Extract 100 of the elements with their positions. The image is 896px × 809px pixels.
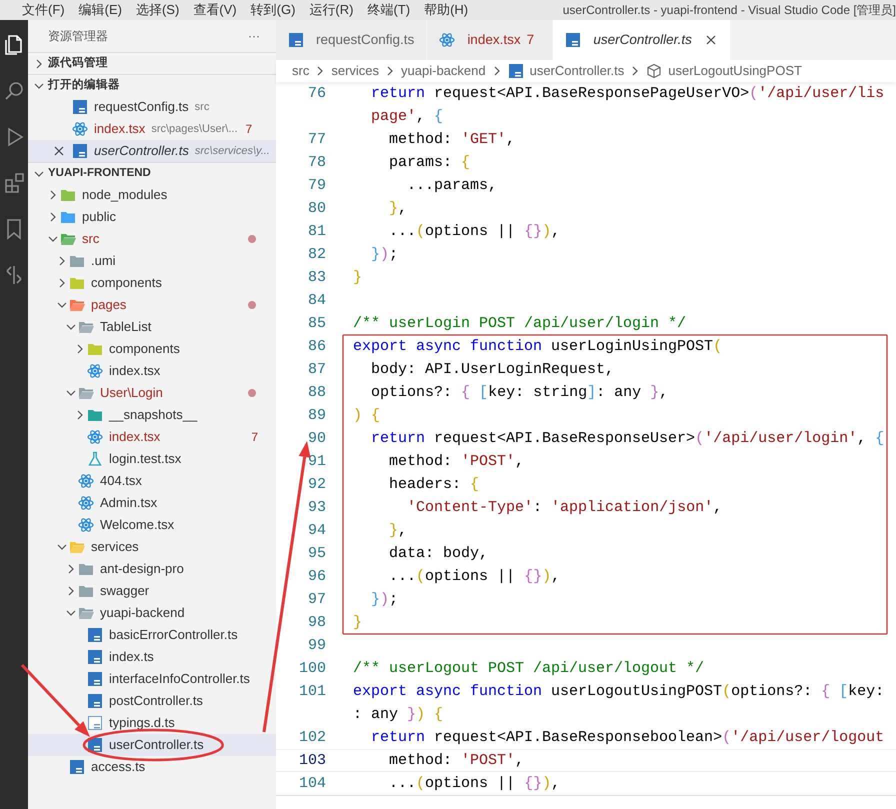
menu-item[interactable]: 运行(R): [309, 0, 354, 20]
code-token: }: [407, 706, 416, 723]
section-title: 源代码管理: [48, 56, 108, 71]
code-token: body: API.UserLoginRequest,: [370, 361, 614, 378]
code-token: '/api/user/login': [704, 430, 858, 447]
code-token: :: [533, 499, 544, 516]
code-token: /** userLogout POST /api/user/logout */: [353, 660, 704, 677]
tree-item[interactable]: typings.d.ts: [28, 712, 276, 734]
line-number: 101: [298, 682, 326, 702]
breadcrumb-item[interactable]: userController.ts: [530, 61, 624, 81]
tree-item[interactable]: login.test.tsx: [28, 448, 276, 470]
tree-item[interactable]: TableList: [28, 316, 276, 338]
code-token: {: [821, 683, 832, 700]
tree-item[interactable]: .umi: [28, 250, 276, 272]
code-token: options ||: [425, 568, 516, 585]
code-token: (: [722, 729, 732, 746]
breadcrumb-item[interactable]: yuapi-backend: [401, 61, 486, 81]
open-editor-item[interactable]: requestConfig.ts src: [28, 96, 276, 118]
menu-item[interactable]: 转到(G): [250, 0, 296, 20]
more-button[interactable]: ···: [248, 27, 260, 45]
tree-item[interactable]: yuapi-backend: [28, 602, 276, 624]
code-token: 'POST': [461, 453, 516, 470]
tree-item[interactable]: index.ts: [28, 646, 276, 668]
file-name: postController.ts: [109, 692, 203, 710]
file-name: index.ts: [109, 648, 154, 666]
section-header[interactable]: 打开的编辑器: [28, 74, 276, 96]
search-icon[interactable]: [3, 80, 25, 102]
tree-item[interactable]: access.ts: [28, 756, 276, 778]
modified-dot: [248, 235, 256, 243]
section-header[interactable]: 源代码管理: [28, 52, 276, 74]
breadcrumb-item[interactable]: userLogoutUsingPOST: [668, 61, 802, 81]
code-token: ): [542, 223, 552, 240]
react-icon: [78, 495, 94, 511]
tree-item[interactable]: __snapshots__: [28, 404, 276, 426]
line-number: 100: [298, 659, 326, 679]
tree-item[interactable]: src: [28, 228, 276, 250]
menu-item[interactable]: 编辑(E): [78, 0, 122, 20]
line-number: 104: [298, 774, 326, 794]
file-name: login.test.tsx: [109, 450, 182, 468]
line-number: 87: [306, 360, 326, 380]
tree-item[interactable]: public: [28, 206, 276, 228]
react-icon: [87, 363, 103, 379]
tree-item[interactable]: components: [28, 272, 276, 294]
cube-icon: [646, 63, 662, 79]
tree-item[interactable]: User\Login: [28, 382, 276, 404]
editor-tab[interactable]: userController.ts: [553, 20, 731, 60]
menu-item[interactable]: 帮助(H): [424, 0, 468, 20]
tree-item[interactable]: postController.ts: [28, 690, 276, 712]
file-path: src\pages\User\...: [151, 122, 238, 137]
tree-item[interactable]: services: [28, 536, 276, 558]
breadcrumb-item[interactable]: src: [292, 61, 310, 81]
tree-item[interactable]: pages: [28, 294, 276, 316]
extensions-icon[interactable]: [3, 172, 25, 194]
code-token: return: [370, 85, 426, 102]
menu-item[interactable]: 终端(T): [367, 0, 410, 20]
files-icon[interactable]: [3, 34, 25, 56]
tree-item[interactable]: 404.tsx: [28, 470, 276, 492]
menu-item[interactable]: 选择(S): [136, 0, 180, 20]
open-editor-item[interactable]: userController.ts src\services\y...: [28, 140, 276, 162]
code-token: ): [542, 568, 552, 585]
code-token: ...: [388, 775, 416, 792]
tree-item[interactable]: interfaceInfoController.ts: [28, 668, 276, 690]
section-header[interactable]: YUAPI-FRONTEND: [28, 162, 276, 184]
code-token: ,: [398, 200, 408, 217]
tree-item[interactable]: index.tsx: [28, 360, 276, 382]
code-token: }: [353, 614, 362, 631]
code-token: ;: [389, 591, 398, 608]
tab-label: index.tsx: [467, 30, 521, 49]
line-number: 95: [306, 544, 326, 564]
menu-item[interactable]: 查看(V): [193, 0, 237, 20]
editor-tab[interactable]: index.tsx 7: [427, 20, 554, 60]
tree-item[interactable]: Welcome.tsx: [28, 514, 276, 536]
file-name: __snapshots__: [109, 406, 198, 424]
code-token: ,: [551, 568, 560, 585]
line-number: 103: [298, 751, 326, 771]
tree-item[interactable]: swagger: [28, 580, 276, 602]
tree-item[interactable]: userController.ts: [28, 734, 276, 756]
file-name: interfaceInfoController.ts: [109, 670, 250, 688]
code-token: : any: [596, 384, 642, 401]
tree-item[interactable]: index.tsx 7: [28, 426, 276, 448]
code-token: export async function: [353, 683, 542, 700]
file-name: 404.tsx: [100, 472, 142, 490]
open-editor-item[interactable]: index.tsx src\pages\User\... 7: [28, 118, 276, 140]
react-icon: [87, 429, 103, 445]
menu-item[interactable]: 文件(F): [22, 0, 65, 20]
tree-item[interactable]: node_modules: [28, 184, 276, 206]
tree-item[interactable]: basicErrorController.ts: [28, 624, 276, 646]
file-name: userController.ts: [94, 142, 189, 160]
editor-tab[interactable]: requestConfig.ts: [276, 20, 428, 60]
code-token: }: [370, 591, 380, 608]
close-icon: [704, 33, 718, 47]
file-name: Welcome.tsx: [100, 516, 174, 534]
tree-item[interactable]: ant-design-pro: [28, 558, 276, 580]
file-name: index.tsx: [109, 362, 160, 380]
line-number: 98: [306, 613, 326, 633]
code-token: key: string: [488, 384, 588, 401]
file-name: typings.d.ts: [109, 714, 175, 732]
tree-item[interactable]: components: [28, 338, 276, 360]
tree-item[interactable]: Admin.tsx: [28, 492, 276, 514]
breadcrumb-item[interactable]: services: [331, 61, 380, 81]
